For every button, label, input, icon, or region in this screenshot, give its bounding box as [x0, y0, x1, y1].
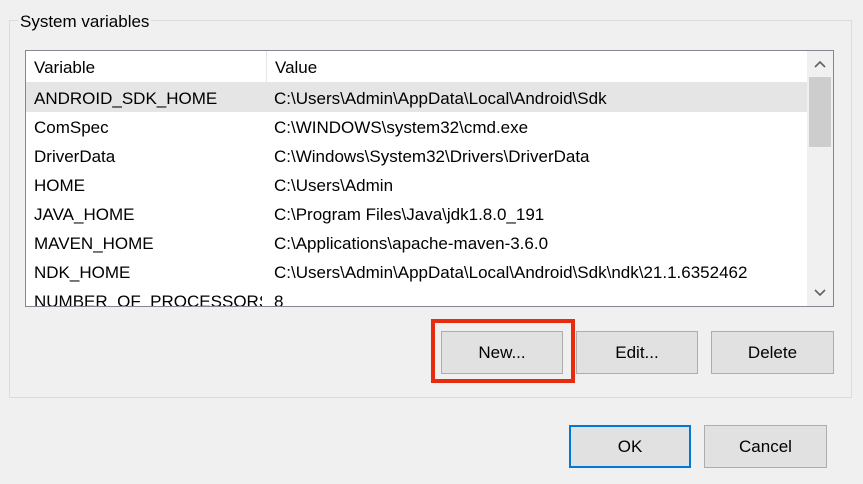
- table-row[interactable]: MAVEN_HOME C:\Applications\apache-maven-…: [26, 228, 807, 257]
- variable-name: DriverData: [34, 147, 116, 166]
- variable-value: C:\Users\Admin: [274, 176, 394, 195]
- variable-name: HOME: [34, 176, 85, 195]
- variable-name: MAVEN_HOME: [34, 234, 154, 253]
- system-variables-list[interactable]: Variable Value ANDROID_SDK_HOME C:\Users…: [25, 50, 834, 307]
- variable-value: C:\Program Files\Java\jdk1.8.0_191: [274, 205, 545, 224]
- table-row[interactable]: NUMBER_OF_PROCESSORS 8: [26, 286, 807, 307]
- table-row[interactable]: ANDROID_SDK_HOME C:\Users\Admin\AppData\…: [26, 83, 807, 112]
- table-row[interactable]: JAVA_HOME C:\Program Files\Java\jdk1.8.0…: [26, 199, 807, 228]
- chevron-up-icon[interactable]: [807, 51, 833, 77]
- variable-value: C:\Users\Admin\AppData\Local\Android\Sdk…: [274, 263, 748, 282]
- table-row[interactable]: ComSpec C:\WINDOWS\system32\cmd.exe: [26, 112, 807, 141]
- variable-name: NUMBER_OF_PROCESSORS: [34, 292, 262, 307]
- variable-name: ComSpec: [34, 118, 109, 137]
- variable-value: 8: [274, 292, 284, 307]
- group-title: System variables: [18, 12, 152, 32]
- new-button[interactable]: New...: [441, 331, 563, 374]
- cancel-button[interactable]: Cancel: [704, 425, 827, 468]
- vertical-scrollbar[interactable]: [807, 51, 833, 306]
- list-rows: ANDROID_SDK_HOME C:\Users\Admin\AppData\…: [26, 83, 807, 307]
- variable-name: NDK_HOME: [34, 263, 131, 282]
- edit-button[interactable]: Edit...: [576, 331, 698, 374]
- variable-value: C:\WINDOWS\system32\cmd.exe: [274, 118, 529, 137]
- table-row[interactable]: HOME C:\Users\Admin: [26, 170, 807, 199]
- table-row[interactable]: DriverData C:\Windows\System32\Drivers\D…: [26, 141, 807, 170]
- variable-name: JAVA_HOME: [34, 205, 135, 224]
- variable-value: C:\Applications\apache-maven-3.6.0: [274, 234, 549, 253]
- variable-value: C:\Users\Admin\AppData\Local\Android\Sdk: [274, 89, 607, 108]
- variable-name: ANDROID_SDK_HOME: [34, 89, 218, 108]
- variable-value: C:\Windows\System32\Drivers\DriverData: [274, 147, 590, 166]
- column-header-value[interactable]: Value: [267, 51, 807, 82]
- list-header: Variable Value: [26, 51, 807, 83]
- chevron-down-icon[interactable]: [807, 280, 833, 306]
- column-header-variable[interactable]: Variable: [26, 51, 267, 82]
- ok-button[interactable]: OK: [569, 425, 691, 468]
- table-row[interactable]: NDK_HOME C:\Users\Admin\AppData\Local\An…: [26, 257, 807, 286]
- scrollbar-thumb[interactable]: [809, 77, 831, 147]
- delete-button[interactable]: Delete: [711, 331, 834, 374]
